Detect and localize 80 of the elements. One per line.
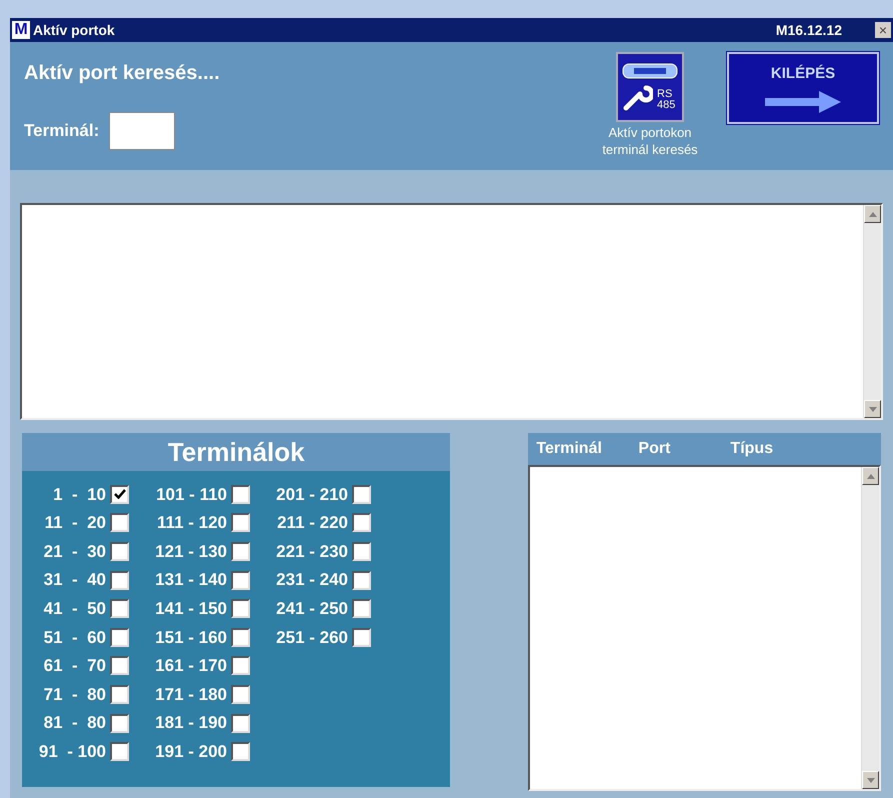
app-logo: M (12, 21, 30, 39)
range-label: 211 - 220 (276, 512, 348, 534)
port-search-caption: Aktív portokon terminál keresés (601, 124, 699, 158)
range-checkbox[interactable] (110, 742, 129, 762)
range-label: 111 - 120 (156, 512, 227, 534)
rs485-label: RS 485 (657, 89, 676, 111)
scrollbar[interactable] (863, 205, 881, 418)
up-arrow-icon (866, 474, 874, 478)
up-arrow-icon (868, 212, 876, 216)
range-label: 1 - 10 (52, 484, 106, 506)
range-checkbox[interactable] (110, 542, 129, 561)
range-checkbox[interactable] (231, 513, 250, 532)
range-label: 71 - 80 (42, 684, 106, 706)
column-header: Port (638, 439, 672, 459)
range-label: 181 - 190 (154, 712, 227, 734)
terminal-input[interactable] (109, 112, 176, 150)
range-label: 61 - 70 (42, 655, 106, 678)
range-label: 151 - 160 (154, 626, 227, 649)
checkmark-icon (114, 489, 126, 500)
scroll-up-button[interactable] (862, 467, 879, 485)
range-checkbox[interactable] (352, 542, 371, 561)
down-arrow-icon (866, 778, 874, 782)
range-checkbox[interactable] (110, 570, 129, 590)
page-heading: Aktív port keresés.... (24, 61, 221, 86)
range-label: 131 - 140 (154, 569, 227, 592)
range-label: 201 - 210 (275, 484, 348, 506)
range-checkbox[interactable] (231, 542, 250, 561)
terminal-label: Terminál: (24, 120, 100, 142)
range-label: 191 - 200 (154, 740, 227, 763)
range-label: 171 - 180 (154, 684, 227, 706)
version-label: M16.12.12 (776, 20, 842, 40)
range-checkbox[interactable] (231, 570, 250, 590)
range-checkbox[interactable] (110, 714, 129, 733)
range-checkbox[interactable] (231, 714, 250, 733)
range-checkbox[interactable] (110, 599, 129, 618)
range-checkbox[interactable] (352, 628, 371, 647)
range-checkbox[interactable] (231, 599, 250, 618)
scroll-up-button[interactable] (864, 205, 881, 223)
range-label: 241 - 250 (275, 598, 348, 620)
range-checkbox[interactable] (352, 570, 371, 590)
range-checkbox[interactable] (231, 684, 250, 704)
range-label: 251 - 260 (275, 626, 348, 649)
range-checkbox[interactable] (231, 656, 250, 676)
range-checkbox[interactable] (231, 742, 250, 762)
serial-port-icon (622, 63, 678, 79)
range-checkbox[interactable] (231, 628, 250, 647)
window-title: Aktív portok (33, 20, 115, 40)
range-label: 21 - 30 (42, 540, 106, 563)
range-label: 161 - 170 (154, 655, 227, 678)
range-checkbox[interactable] (352, 513, 371, 532)
range-label: 141 - 150 (154, 598, 227, 620)
right-arrow-icon (765, 91, 841, 114)
range-checkbox[interactable] (231, 484, 250, 504)
column-header: Típus (730, 439, 774, 459)
range-label: 31 - 40 (42, 569, 106, 592)
range-checkbox[interactable] (110, 656, 129, 676)
range-label: 41 - 50 (42, 598, 106, 620)
range-checkbox[interactable] (110, 628, 129, 647)
range-checkbox[interactable] (110, 484, 129, 504)
exit-button[interactable]: KILÉPÉS (727, 52, 879, 124)
range-label: 231 - 240 (275, 569, 348, 592)
down-arrow-icon (868, 406, 876, 412)
range-label: 101 - 110 (155, 484, 227, 506)
range-label: 81 - 80 (42, 712, 106, 734)
range-checkbox[interactable] (352, 599, 371, 618)
range-checkbox[interactable] (110, 513, 129, 532)
range-checkbox[interactable] (110, 684, 129, 704)
terminals-title: Terminálok (168, 436, 305, 468)
range-label: 121 - 130 (154, 540, 227, 563)
scroll-down-button[interactable] (862, 771, 879, 789)
column-header: Terminál (536, 439, 603, 459)
close-button[interactable]: × (875, 22, 891, 38)
scrollbar[interactable] (861, 467, 879, 789)
range-label: 221 - 230 (275, 540, 348, 563)
range-checkbox[interactable] (352, 484, 371, 504)
port-search-button[interactable]: RS 485 (616, 52, 684, 122)
range-label: 51 - 60 (42, 626, 106, 649)
range-label: 11 - 20 (44, 512, 106, 534)
scroll-down-button[interactable] (864, 400, 881, 418)
range-label: 91 - 100 (38, 740, 106, 763)
